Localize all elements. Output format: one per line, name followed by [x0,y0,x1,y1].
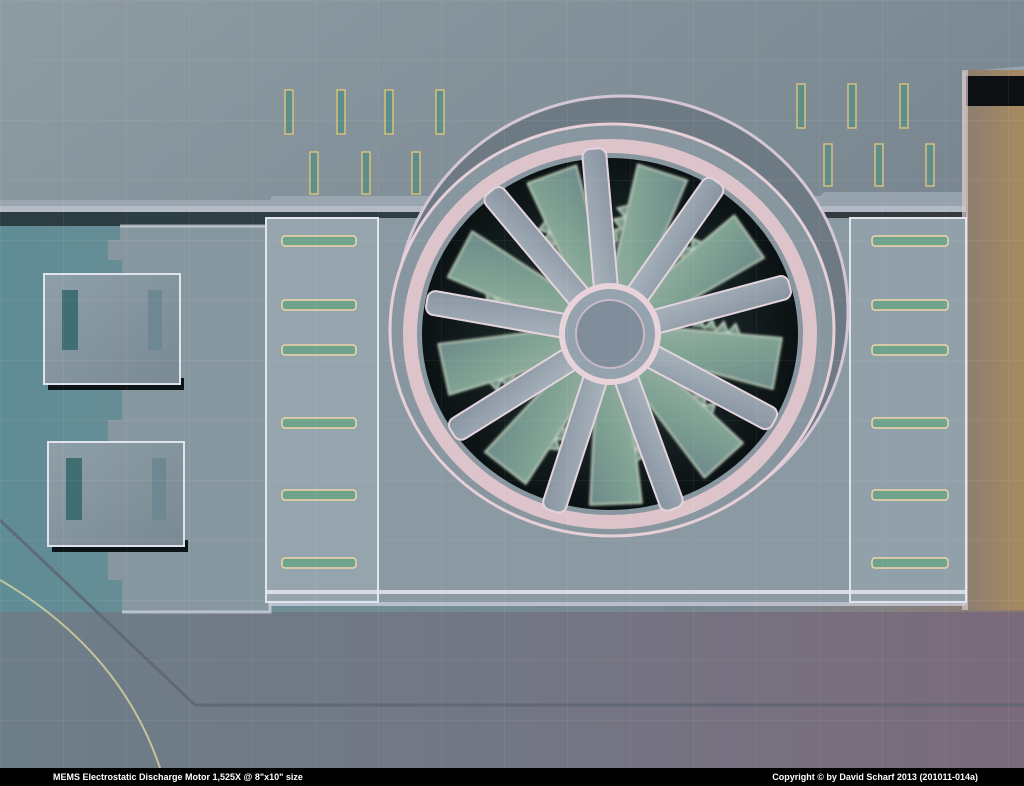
photo-frame: MEMS Electrostatic Discharge Motor 1,525… [0,0,1024,786]
caption-copyright: Copyright © by David Scharf 2013 (201011… [772,772,978,782]
caption-title: MEMS Electrostatic Discharge Motor 1,525… [53,772,303,782]
grid-overlay [0,0,1024,768]
sem-micrograph [0,0,1024,768]
caption-bar: MEMS Electrostatic Discharge Motor 1,525… [0,768,1024,786]
